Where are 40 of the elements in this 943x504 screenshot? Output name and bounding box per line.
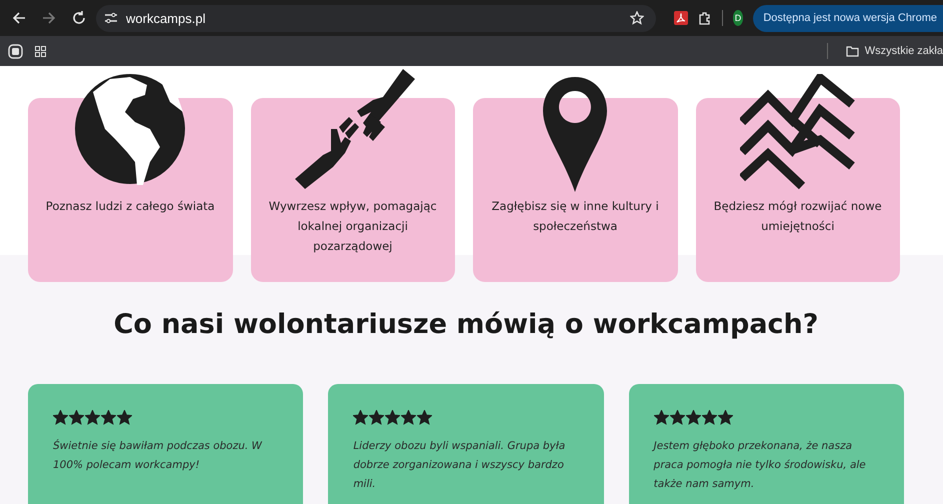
star-icon bbox=[385, 410, 400, 425]
feature-text: Wywrzesz wpływ, pomagając lokalnej organizacji pozarządowej bbox=[268, 198, 438, 255]
review-text: Świetnie się bawiłam podczas obozu. W 100% polecam workcampy! bbox=[53, 438, 263, 473]
star-icon bbox=[686, 410, 701, 425]
mountains-icon bbox=[740, 74, 856, 192]
review-text: Jestem głęboko przekonana, że nasza praca pomogła nie tylko środowisku, ale także nam samym. bbox=[654, 439, 867, 492]
profile-avatar[interactable]: D bbox=[732, 10, 744, 26]
apps-grid-icon[interactable] bbox=[35, 46, 46, 56]
site-settings-icon[interactable] bbox=[104, 12, 118, 24]
pdf-icon[interactable] bbox=[674, 11, 688, 25]
star-icon bbox=[369, 410, 384, 425]
star-icon bbox=[718, 410, 733, 425]
feature-text: Zagłębisz się w inne kultury i społeczeństwa bbox=[490, 198, 660, 235]
star-icon bbox=[654, 410, 669, 425]
extensions-icon[interactable] bbox=[698, 11, 712, 25]
star-icon bbox=[670, 410, 685, 425]
tab-icon[interactable] bbox=[8, 44, 23, 58]
map-pin-icon bbox=[543, 77, 608, 192]
reload-icon[interactable] bbox=[72, 11, 86, 25]
url-text: workcamps.pl bbox=[126, 10, 206, 26]
star-icon bbox=[69, 410, 84, 425]
feature-text: Poznasz ludzi z całego świata bbox=[44, 198, 216, 215]
update-chrome-button[interactable]: Dostępna jest nowa wersja Chrome bbox=[753, 4, 943, 32]
review-text: Liderzy obozu byli wspaniali. Grupa była dobrze zorganizowana i wszyscy bardzo mili. bbox=[353, 439, 566, 492]
star-icon bbox=[417, 410, 432, 425]
star-icon bbox=[702, 410, 717, 425]
star-icon bbox=[85, 410, 100, 425]
star-icon[interactable] bbox=[630, 11, 644, 25]
star-icon bbox=[117, 410, 132, 425]
feature-text: Będziesz mógł rozwijać nowe umiejętności bbox=[712, 198, 883, 235]
forward-icon[interactable] bbox=[42, 11, 56, 25]
back-icon[interactable] bbox=[12, 11, 26, 25]
section-heading: Co nasi wolontariusze mówią o workcampach? bbox=[112, 308, 820, 342]
folder-icon[interactable] bbox=[846, 46, 859, 56]
star-icon bbox=[401, 410, 416, 425]
star-icon bbox=[353, 410, 368, 425]
address-bar[interactable]: workcamps.pl bbox=[96, 4, 656, 32]
star-icon bbox=[101, 410, 116, 425]
star-icon bbox=[53, 410, 68, 425]
bookmarks-folder[interactable]: Wszystkie zakła bbox=[864, 45, 943, 57]
